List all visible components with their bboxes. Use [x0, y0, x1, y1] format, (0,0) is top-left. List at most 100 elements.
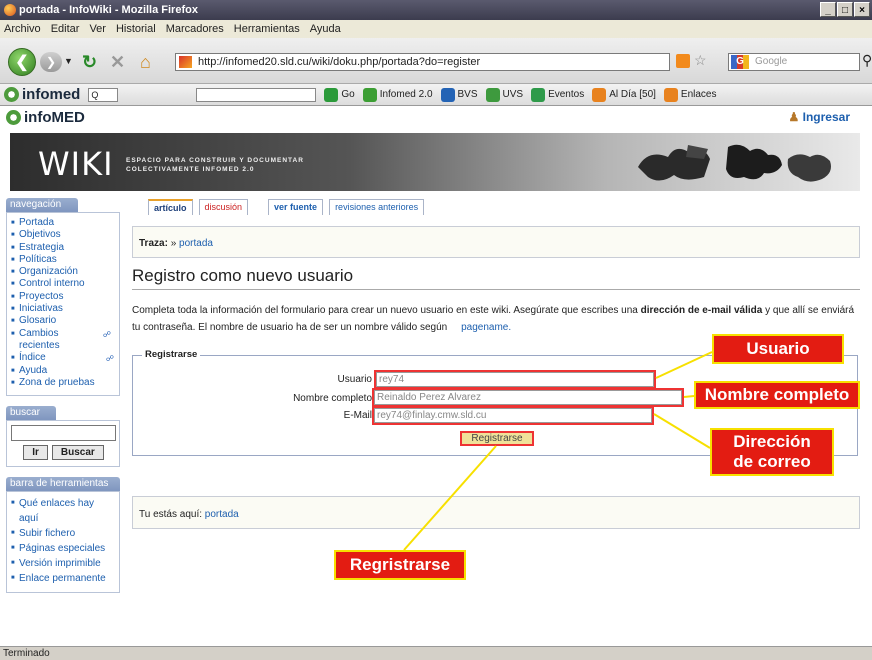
stop-icon[interactable]: ✕ [110, 52, 125, 73]
sidebar-item-objetivos[interactable]: Objetivos [11, 229, 116, 242]
callout-direccion-correo: Dirección de correo [710, 428, 834, 476]
infomed-toolbar-logo[interactable]: infomed [0, 86, 84, 103]
tool-what-links-here[interactable]: Qué enlaces hay aquí [11, 496, 116, 526]
bookmarks-toolbar: infomed Q Go Infomed 2.0 BVS UVS Eventos… [0, 84, 872, 106]
breadcrumb: Traza: » portada [132, 226, 860, 258]
fullname-field[interactable]: Reinaldo Perez Alvarez [374, 390, 682, 405]
menu-marcadores[interactable]: Marcadores [166, 23, 224, 35]
sidebar-item-iniciativas[interactable]: Iniciativas [11, 303, 116, 316]
window-controls: _ □ × [820, 2, 870, 17]
sidebar-tools-title: barra de herramientas [6, 477, 120, 492]
menu-ver[interactable]: Ver [89, 23, 106, 35]
bookmark-enlaces[interactable]: Enlaces [660, 87, 721, 102]
tab-articulo[interactable]: artículo [148, 199, 193, 215]
back-button[interactable]: ❮ [8, 48, 36, 76]
status-bar: Terminado [0, 646, 872, 660]
bookmark-uvs[interactable]: UVS [482, 87, 528, 102]
toolbar-search-input[interactable] [196, 87, 317, 102]
sidebar-item-organizacion[interactable]: Organización [11, 266, 116, 279]
tool-permanent-link[interactable]: Enlace permanente [11, 571, 116, 586]
menu-historial[interactable]: Historial [116, 23, 156, 35]
footer-link-portada[interactable]: portada [205, 509, 239, 520]
tool-printable-version[interactable]: Versión imprimible [11, 556, 116, 571]
sidebar-search-input[interactable] [11, 425, 116, 442]
toolbar-search-field[interactable] [192, 87, 320, 102]
sidebar-item-politicas[interactable]: Políticas [11, 254, 116, 267]
intro-bold: dirección de e-mail válida [640, 305, 763, 316]
home-icon[interactable]: ⌂ [140, 52, 151, 73]
search-icon[interactable]: ⚲ [862, 52, 872, 69]
rss-icon[interactable] [676, 54, 690, 68]
close-button[interactable]: × [854, 2, 870, 17]
sidebar-item-proyectos[interactable]: Proyectos [11, 291, 116, 304]
sidebar-item-portada[interactable]: Portada [11, 217, 116, 230]
title-divider [132, 289, 860, 290]
quick-search[interactable]: Q [84, 87, 122, 102]
sidebar-item-cambios-recientes[interactable]: Cambios recientes ☍ [11, 328, 111, 353]
username-field[interactable]: rey74 [376, 372, 654, 387]
folder-icon [663, 87, 678, 102]
navigation-toolbar: ❮ ❯ ▼ ↻ ✕ ⌂ http://infomed20.sld.cu/wiki… [0, 38, 872, 84]
window-titlebar: portada - InfoWiki - Mozilla Firefox _ □… [0, 0, 872, 20]
menu-ayuda[interactable]: Ayuda [310, 23, 341, 35]
username-label: Usuario [337, 374, 372, 385]
breadcrumb-link-portada[interactable]: portada [179, 238, 213, 249]
site-logo[interactable]: infoMED [6, 109, 85, 126]
site-favicon-icon [179, 56, 192, 68]
sidebar-nav-title: navegación [6, 198, 78, 212]
minimize-button[interactable]: _ [820, 2, 836, 17]
external-link-icon: ☍ [102, 329, 111, 339]
banner-tagline-2: COLECTIVAMENTE INFOMED 2.0 [126, 166, 255, 173]
rss-feed-icon [592, 87, 607, 102]
url-bar[interactable]: http://infomed20.sld.cu/wiki/doku.php/po… [175, 53, 670, 71]
forward-button[interactable]: ❯ [40, 52, 62, 72]
quick-search-field[interactable]: Q [88, 87, 119, 102]
register-button[interactable]: Registrarse [460, 431, 534, 446]
history-dropdown-icon[interactable]: ▼ [64, 56, 73, 66]
sidebar-item-indice[interactable]: Índice☍ [11, 352, 116, 365]
sidebar-item-ayuda[interactable]: Ayuda [11, 365, 116, 378]
intro-text-1: Completa toda la información del formula… [132, 305, 641, 316]
maximize-button[interactable]: □ [837, 2, 853, 17]
menu-editar[interactable]: Editar [51, 23, 80, 35]
bookmark-go[interactable]: Go [320, 87, 358, 102]
email-label: E-Mail [343, 410, 372, 421]
sidebar-tools-list: Qué enlaces hay aquí Subir fichero Págin… [6, 491, 120, 594]
sidebar-item-estrategia[interactable]: Estrategia [11, 242, 116, 255]
tool-special-pages[interactable]: Páginas especiales [11, 541, 116, 556]
footer-prefix: Tu estás aquí: [139, 509, 202, 520]
go-button[interactable]: Ir [23, 445, 48, 461]
firefox-icon [4, 4, 16, 16]
sidebar-item-glosario[interactable]: Glosario [11, 315, 116, 328]
callout-nombre-completo: Nombre completo [694, 381, 860, 409]
search-button[interactable]: Buscar [51, 445, 104, 461]
reload-icon[interactable]: ↻ [82, 52, 97, 73]
sidebar-item-control-interno[interactable]: Control interno [11, 278, 116, 291]
bookmark-bvs-label: BVS [457, 89, 478, 100]
email-field[interactable]: rey74@finlay.cmw.sld.cu [374, 408, 652, 423]
tab-revisiones[interactable]: revisiones anteriores [329, 199, 425, 215]
callout-registrarse: Regristrarse [334, 550, 466, 580]
user-icon: ♟ [788, 110, 800, 124]
uvs-icon [485, 87, 500, 102]
menu-herramientas[interactable]: Herramientas [234, 23, 300, 35]
bookmark-aldia[interactable]: Al Día [50] [588, 87, 660, 102]
login-link[interactable]: ♟ Ingresar [789, 110, 850, 124]
infomed-ring-icon [4, 87, 19, 102]
tab-ver-fuente[interactable]: ver fuente [268, 199, 324, 215]
bookmark-star-icon[interactable]: ☆ [694, 52, 707, 69]
tool-upload-file[interactable]: Subir fichero [11, 526, 116, 541]
banner-tagline-1: ESPACIO PARA CONSTRUIR Y DOCUMENTAR [126, 157, 304, 164]
search-placeholder: Google [755, 56, 788, 67]
tab-discusion[interactable]: discusión [198, 199, 249, 215]
breadcrumb-prefix: Traza: [139, 238, 168, 249]
sidebar-item-zona-pruebas[interactable]: Zona de pruebas [11, 377, 116, 390]
bookmark-eventos[interactable]: Eventos [527, 87, 588, 102]
infomed20-icon [362, 87, 377, 102]
menu-archivo[interactable]: Archivo [4, 23, 41, 35]
search-input[interactable]: G Google [728, 53, 860, 71]
bookmark-bvs[interactable]: BVS [437, 87, 482, 102]
site-logo-text: infoMED [24, 108, 85, 126]
bookmark-infomed20[interactable]: Infomed 2.0 [359, 87, 437, 102]
pagename-link[interactable]: pagename. [461, 322, 511, 333]
